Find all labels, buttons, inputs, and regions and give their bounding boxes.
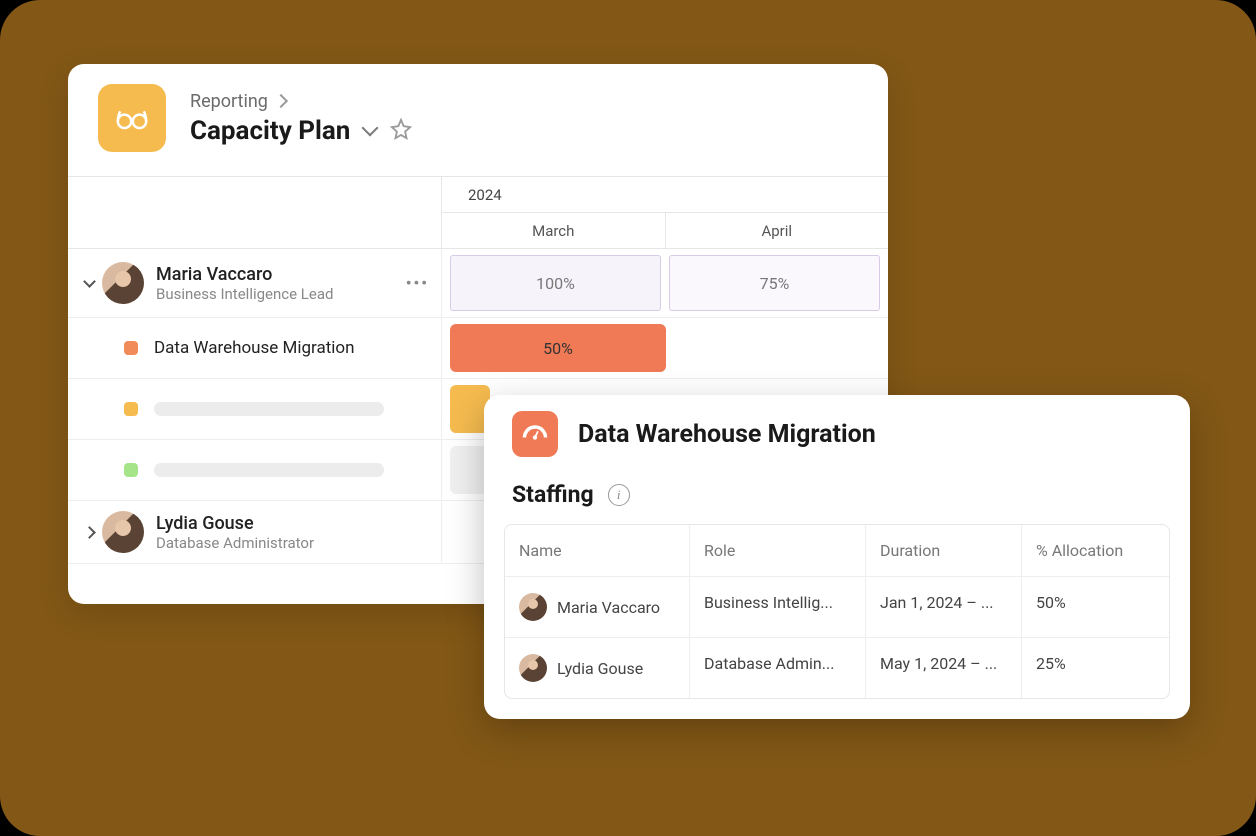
table-row[interactable]: Lydia Gouse Database Admin... May 1, 202… <box>505 638 1169 698</box>
chevron-down-icon[interactable] <box>362 119 379 136</box>
project-detail-card: Data Warehouse Migration Staffing i Name… <box>484 395 1190 719</box>
chevron-down-icon <box>83 275 96 288</box>
expand-toggle[interactable] <box>82 525 96 539</box>
person-role: Database Administrator <box>156 534 314 552</box>
cell-role: Database Admin... <box>689 638 865 698</box>
allocation-cell[interactable]: 100% <box>450 255 661 311</box>
project-glasses-icon <box>98 84 166 152</box>
person-name: Maria Vaccaro <box>156 264 333 285</box>
chevron-right-icon <box>83 526 96 539</box>
cell-duration: Jan 1, 2024 – ... <box>865 577 1021 637</box>
person-name: Lydia Gouse <box>156 513 314 534</box>
placeholder-text <box>154 402 384 416</box>
avatar <box>102 511 144 553</box>
cell-role: Business Intellig... <box>689 577 865 637</box>
cell-allocation: 25% <box>1021 638 1169 698</box>
col-role: Role <box>689 525 865 576</box>
avatar <box>102 262 144 304</box>
table-row[interactable]: Maria Vaccaro Business Intellig... Jan 1… <box>505 577 1169 638</box>
col-allocation: % Allocation <box>1021 525 1169 576</box>
gauge-icon <box>512 411 558 457</box>
allocation-cell[interactable]: 75% <box>669 255 880 311</box>
project-title: Data Warehouse Migration <box>578 420 876 449</box>
chevron-right-icon <box>274 94 288 108</box>
section-heading: Staffing <box>512 481 594 508</box>
col-name: Name <box>505 525 689 576</box>
month-header: March <box>442 213 665 249</box>
staffing-table: Name Role Duration % Allocation Maria Va… <box>504 524 1170 699</box>
col-duration: Duration <box>865 525 1021 576</box>
timeline-year: 2024 <box>442 177 888 213</box>
breadcrumb-label: Reporting <box>190 91 268 112</box>
avatar <box>519 593 547 621</box>
cell-duration: May 1, 2024 – ... <box>865 638 1021 698</box>
cell-name: Lydia Gouse <box>557 659 643 678</box>
star-icon[interactable] <box>390 118 412 144</box>
month-header: April <box>665 213 889 249</box>
task-bar[interactable]: 50% <box>450 324 666 372</box>
task-color-dot <box>124 402 138 416</box>
more-menu-icon[interactable]: ••• <box>406 274 429 293</box>
expand-toggle[interactable] <box>82 276 96 290</box>
person-role: Business Intelligence Lead <box>156 285 333 303</box>
page-title: Capacity Plan <box>190 116 350 146</box>
task-color-dot <box>124 463 138 477</box>
table-header-row: Name Role Duration % Allocation <box>505 525 1169 577</box>
person-row[interactable]: Maria Vaccaro Business Intelligence Lead… <box>68 249 888 318</box>
task-row[interactable]: Data Warehouse Migration 50% <box>68 318 888 379</box>
avatar <box>519 654 547 682</box>
breadcrumb[interactable]: Reporting <box>190 91 412 112</box>
task-label: Data Warehouse Migration <box>154 338 355 358</box>
placeholder-text <box>154 463 384 477</box>
task-color-dot <box>124 341 138 355</box>
cell-name: Maria Vaccaro <box>557 598 660 617</box>
info-icon[interactable]: i <box>608 484 630 506</box>
cell-allocation: 50% <box>1021 577 1169 637</box>
